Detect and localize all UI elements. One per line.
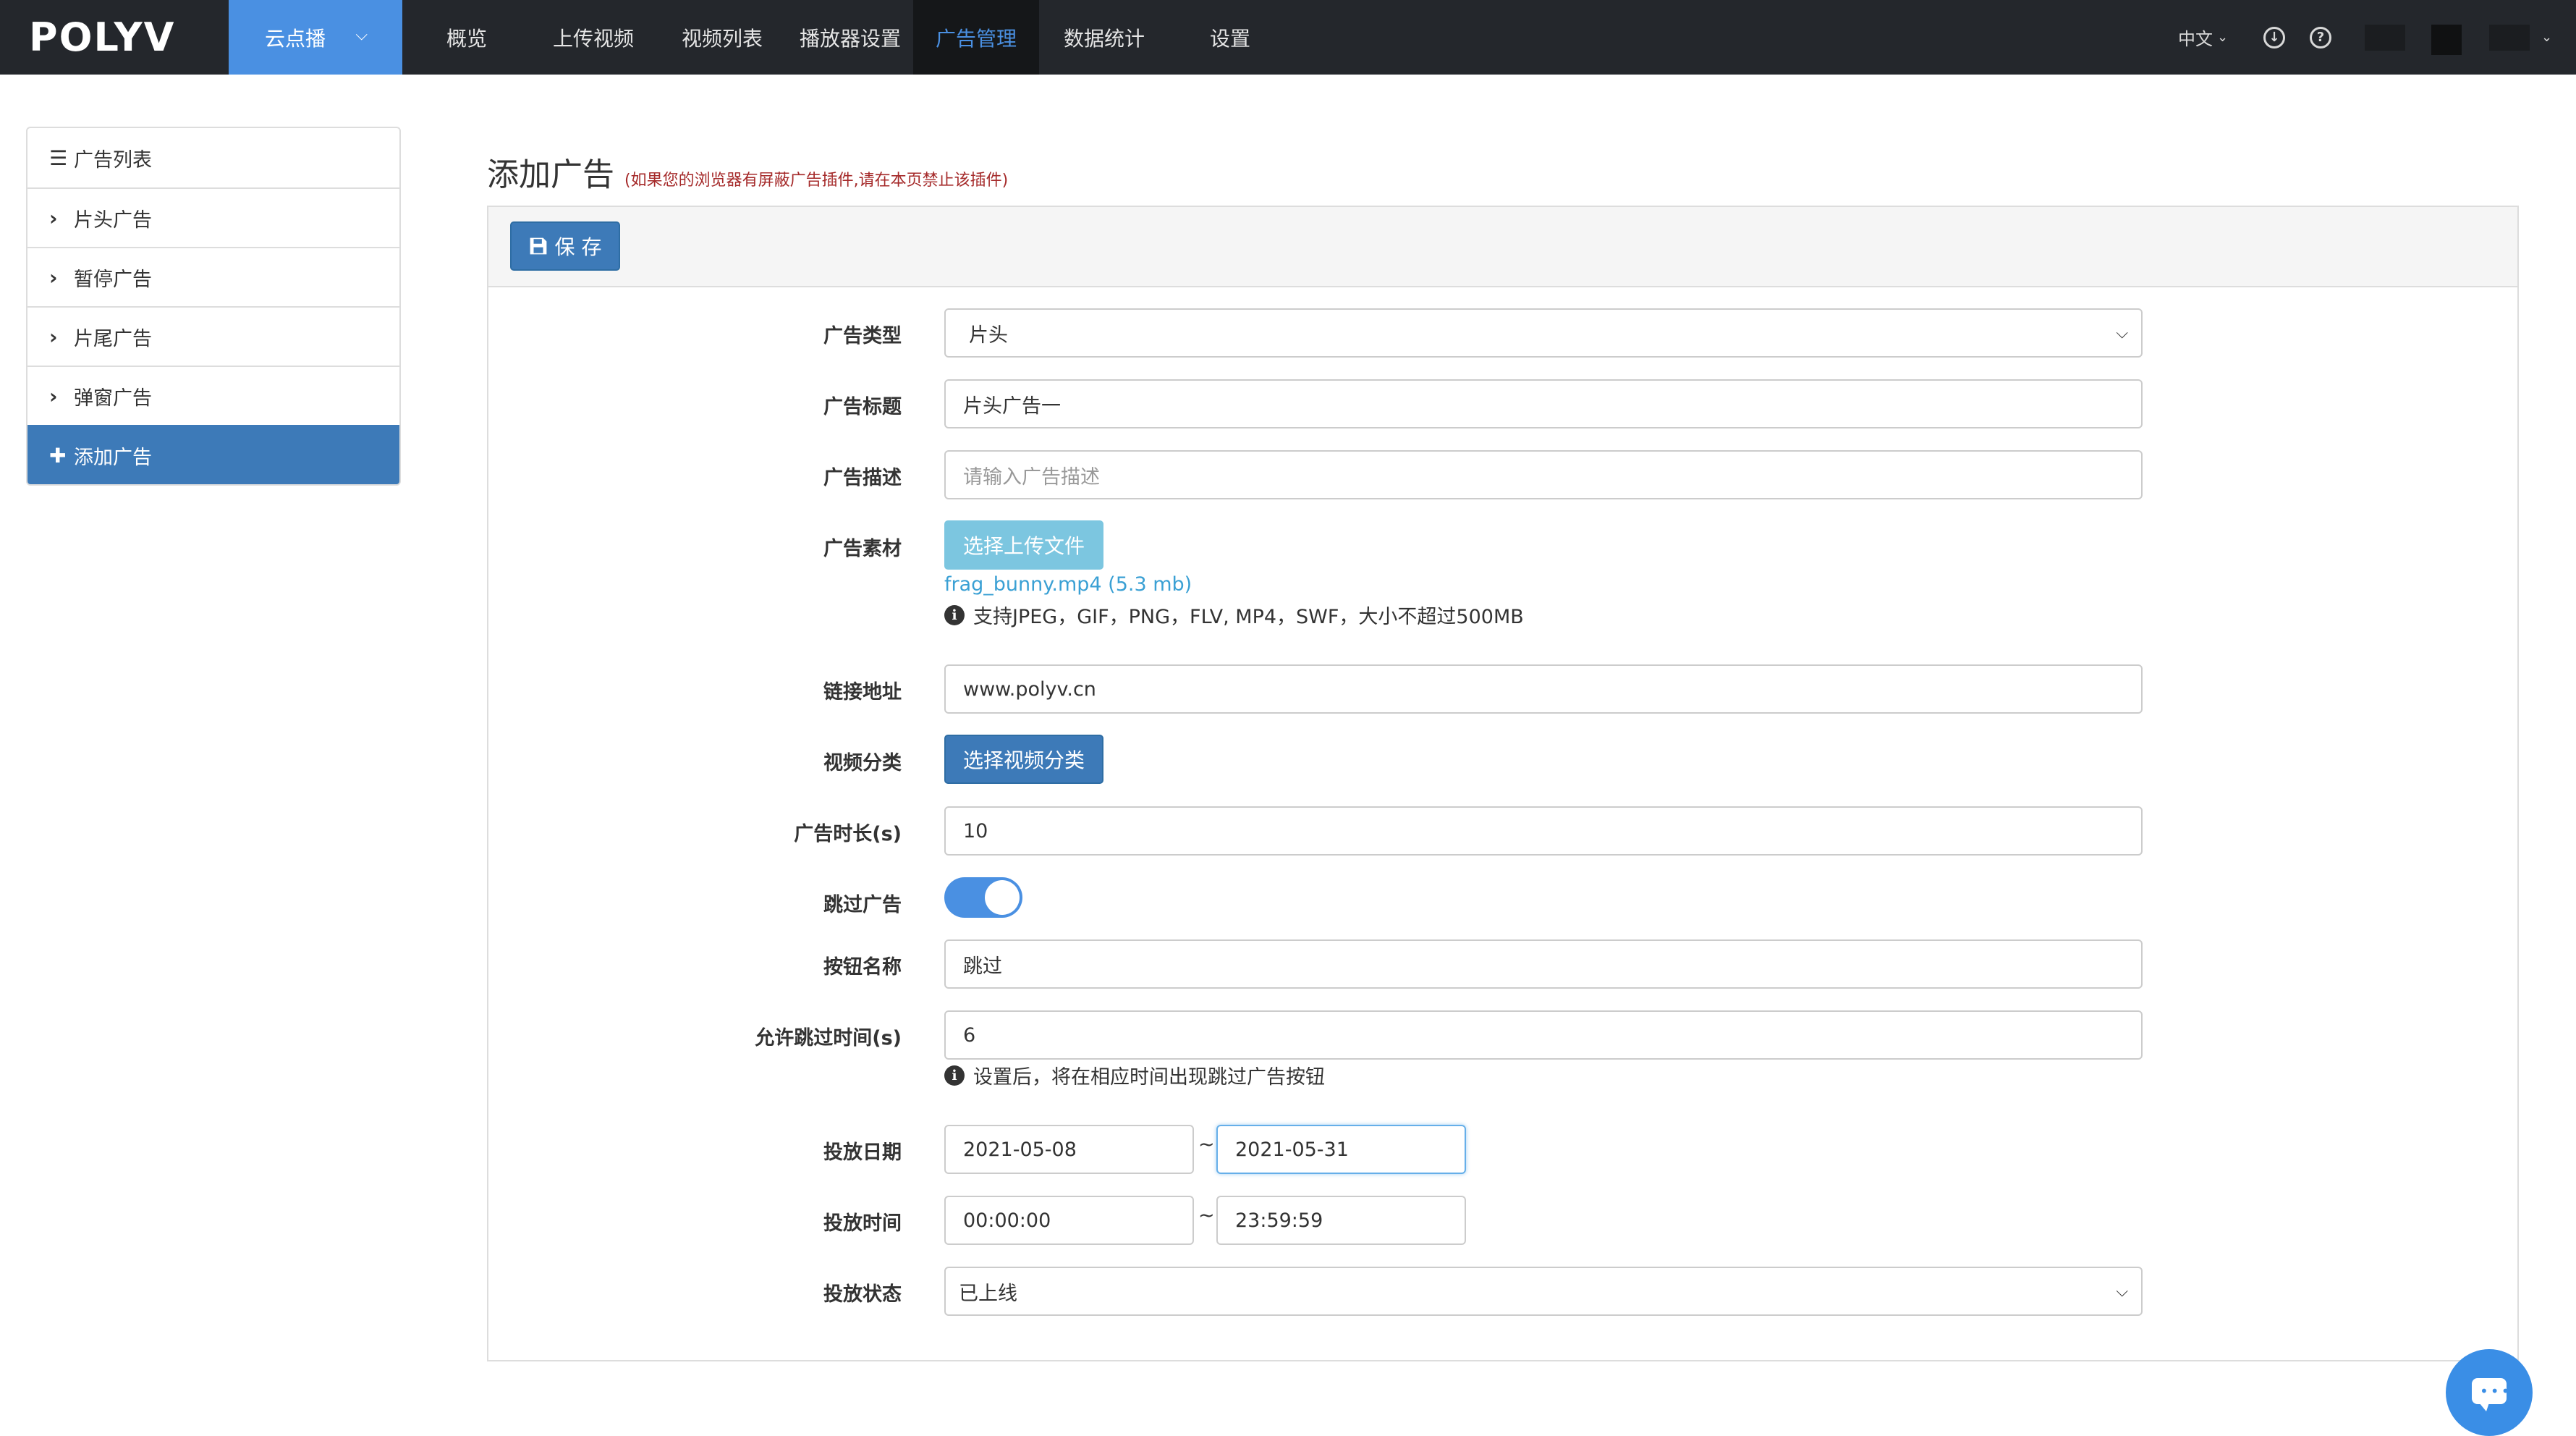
help-button[interactable]: ? <box>2310 0 2331 75</box>
button-name-input[interactable]: 跳过 <box>944 939 2143 989</box>
ad-type-select[interactable]: 片头 ⌵ <box>944 308 2143 358</box>
product-label: 云点播 <box>265 26 326 51</box>
skip-time-help: i 设置后，将在相应时间出现跳过广告按钮 <box>944 1061 1325 1089</box>
chevron-right-icon: › <box>49 384 58 408</box>
nav-player-settings[interactable]: 播放器设置 <box>789 0 912 75</box>
avatar[interactable] <box>2365 25 2405 51</box>
ad-title-input[interactable]: 片头广告一 <box>944 379 2143 428</box>
ad-material-label: 广告素材 <box>823 538 902 560</box>
nav-settings[interactable]: 设置 <box>1179 0 1281 75</box>
link-label: 链接地址 <box>823 681 902 704</box>
sidebar-item-ad-list[interactable]: ☰ 广告列表 <box>27 128 399 187</box>
help-icon: ? <box>2310 26 2331 48</box>
ad-duration-label: 广告时长(s) <box>794 823 902 845</box>
nav-overview[interactable]: 概览 <box>420 0 514 75</box>
skip-time-help-text: 设置后，将在相应时间出现跳过广告按钮 <box>973 1066 1325 1089</box>
save-label: 保 存 <box>554 235 602 259</box>
user-menu-toggle[interactable]: ⌄ <box>2541 0 2552 75</box>
sidebar-item-label: 广告列表 <box>74 148 152 172</box>
panel-toolbar: 保 存 <box>488 207 2517 287</box>
chevron-down-icon: ⌄ <box>2541 30 2553 45</box>
chevron-down-icon: ⌵ <box>2116 324 2128 342</box>
nav-ad-management[interactable]: 广告管理 <box>913 0 1039 75</box>
ad-sidebar: ☰ 广告列表 › 片头广告 › 暂停广告 › 片尾广告 › 弹窗广告 ✚ 添加广… <box>26 127 401 486</box>
info-icon: i <box>944 604 965 625</box>
skip-ad-label: 跳过广告 <box>823 894 902 916</box>
end-time-input[interactable]: 23:59:59 <box>1216 1196 1466 1245</box>
sidebar-item-label: 片尾广告 <box>74 327 152 350</box>
info-icon: i <box>944 1065 965 1086</box>
ad-title-label: 广告标题 <box>823 396 902 418</box>
ad-desc-input[interactable]: 请输入广告描述 <box>944 450 2143 499</box>
top-navbar: POLYV 云点播 ⌵ 概览 上传视频 视频列表 播放器设置 广告管理 数据统计… <box>0 0 2576 75</box>
user-badge[interactable] <box>2431 25 2462 55</box>
link-input[interactable]: www.polyv.cn <box>944 664 2143 714</box>
upload-file-button[interactable]: 选择上传文件 <box>944 520 1103 570</box>
nav-statistics[interactable]: 数据统计 <box>1046 0 1162 75</box>
skip-time-input[interactable]: 6 <box>944 1010 2143 1060</box>
chevron-down-icon: ⌵ <box>2116 1283 2128 1301</box>
sidebar-item-label: 暂停广告 <box>74 268 152 291</box>
adblock-note: (如果您的浏览器有屏蔽广告插件,请在本页禁止该插件) <box>624 172 1009 190</box>
page-header: 添加广告 (如果您的浏览器有屏蔽广告插件,请在本页禁止该插件) <box>487 148 1008 195</box>
start-time-input[interactable]: 00:00:00 <box>944 1196 1194 1245</box>
chat-dots: ••• <box>2480 1382 2512 1400</box>
chevron-right-icon: › <box>49 324 58 349</box>
ad-type-value: 片头 <box>969 324 1008 347</box>
plus-icon: ✚ <box>49 443 67 468</box>
status-select[interactable]: 已上线 ⌵ <box>944 1267 2143 1316</box>
chevron-right-icon: › <box>49 206 58 230</box>
time-separator: ~ <box>1198 1204 1215 1227</box>
video-category-label: 视频分类 <box>823 752 902 774</box>
date-separator: ~ <box>1198 1133 1215 1156</box>
status-label: 投放状态 <box>823 1283 902 1306</box>
nav-video-list[interactable]: 视频列表 <box>664 0 780 75</box>
time-label: 投放时间 <box>823 1212 902 1235</box>
chevron-right-icon: › <box>49 265 58 290</box>
save-icon <box>530 237 546 255</box>
polyv-logo[interactable]: POLYV <box>29 13 175 61</box>
sidebar-item-popup-ad[interactable]: › 弹窗广告 <box>27 366 399 425</box>
toggle-knob <box>985 880 1020 915</box>
sidebar-item-postroll[interactable]: › 片尾广告 <box>27 306 399 366</box>
chevron-down-icon: ⌵ <box>355 26 368 44</box>
ad-type-label: 广告类型 <box>823 325 902 347</box>
skip-time-label: 允许跳过时间(s) <box>755 1027 902 1049</box>
select-category-button[interactable]: 选择视频分类 <box>944 735 1103 784</box>
material-help: i 支持JPEG，GIF，PNG，FLV, MP4，SWF，大小不超过500MB <box>944 601 1524 629</box>
language-switcher[interactable]: 中文 ⌄ <box>2178 0 2228 75</box>
sidebar-item-label: 添加广告 <box>74 446 152 469</box>
download-button[interactable]: ↓ <box>2263 0 2285 75</box>
end-date-input[interactable]: 2021-05-31 <box>1216 1125 1466 1174</box>
sidebar-item-label: 片头广告 <box>74 208 152 232</box>
material-help-text: 支持JPEG，GIF，PNG，FLV, MP4，SWF，大小不超过500MB <box>973 606 1524 628</box>
language-label: 中文 <box>2178 29 2213 49</box>
product-switcher[interactable]: 云点播 ⌵ <box>229 0 402 75</box>
list-icon: ☰ <box>49 145 68 170</box>
sidebar-item-pause-ad[interactable]: › 暂停广告 <box>27 247 399 306</box>
page-title: 添加广告 <box>487 156 614 193</box>
sidebar-item-add-ad[interactable]: ✚ 添加广告 <box>27 425 399 484</box>
skip-ad-toggle[interactable] <box>944 877 1022 918</box>
start-date-input[interactable]: 2021-05-08 <box>944 1125 1194 1174</box>
chevron-down-icon: ⌄ <box>2217 30 2229 45</box>
nav-upload-video[interactable]: 上传视频 <box>535 0 651 75</box>
user-name[interactable] <box>2489 25 2530 51</box>
sidebar-item-label: 弹窗广告 <box>74 387 152 410</box>
date-label: 投放日期 <box>823 1141 902 1164</box>
sidebar-item-preroll[interactable]: › 片头广告 <box>27 187 399 247</box>
button-name-label: 按钮名称 <box>823 956 902 979</box>
chat-support-button[interactable]: ••• <box>2446 1349 2533 1436</box>
ad-duration-input[interactable]: 10 <box>944 806 2143 856</box>
save-button[interactable]: 保 存 <box>510 221 620 271</box>
uploaded-file-link[interactable]: frag_bunny.mp4 (5.3 mb) <box>944 573 1192 596</box>
download-icon: ↓ <box>2263 26 2285 48</box>
status-value: 已上线 <box>959 1282 1017 1305</box>
ad-desc-label: 广告描述 <box>823 467 902 489</box>
